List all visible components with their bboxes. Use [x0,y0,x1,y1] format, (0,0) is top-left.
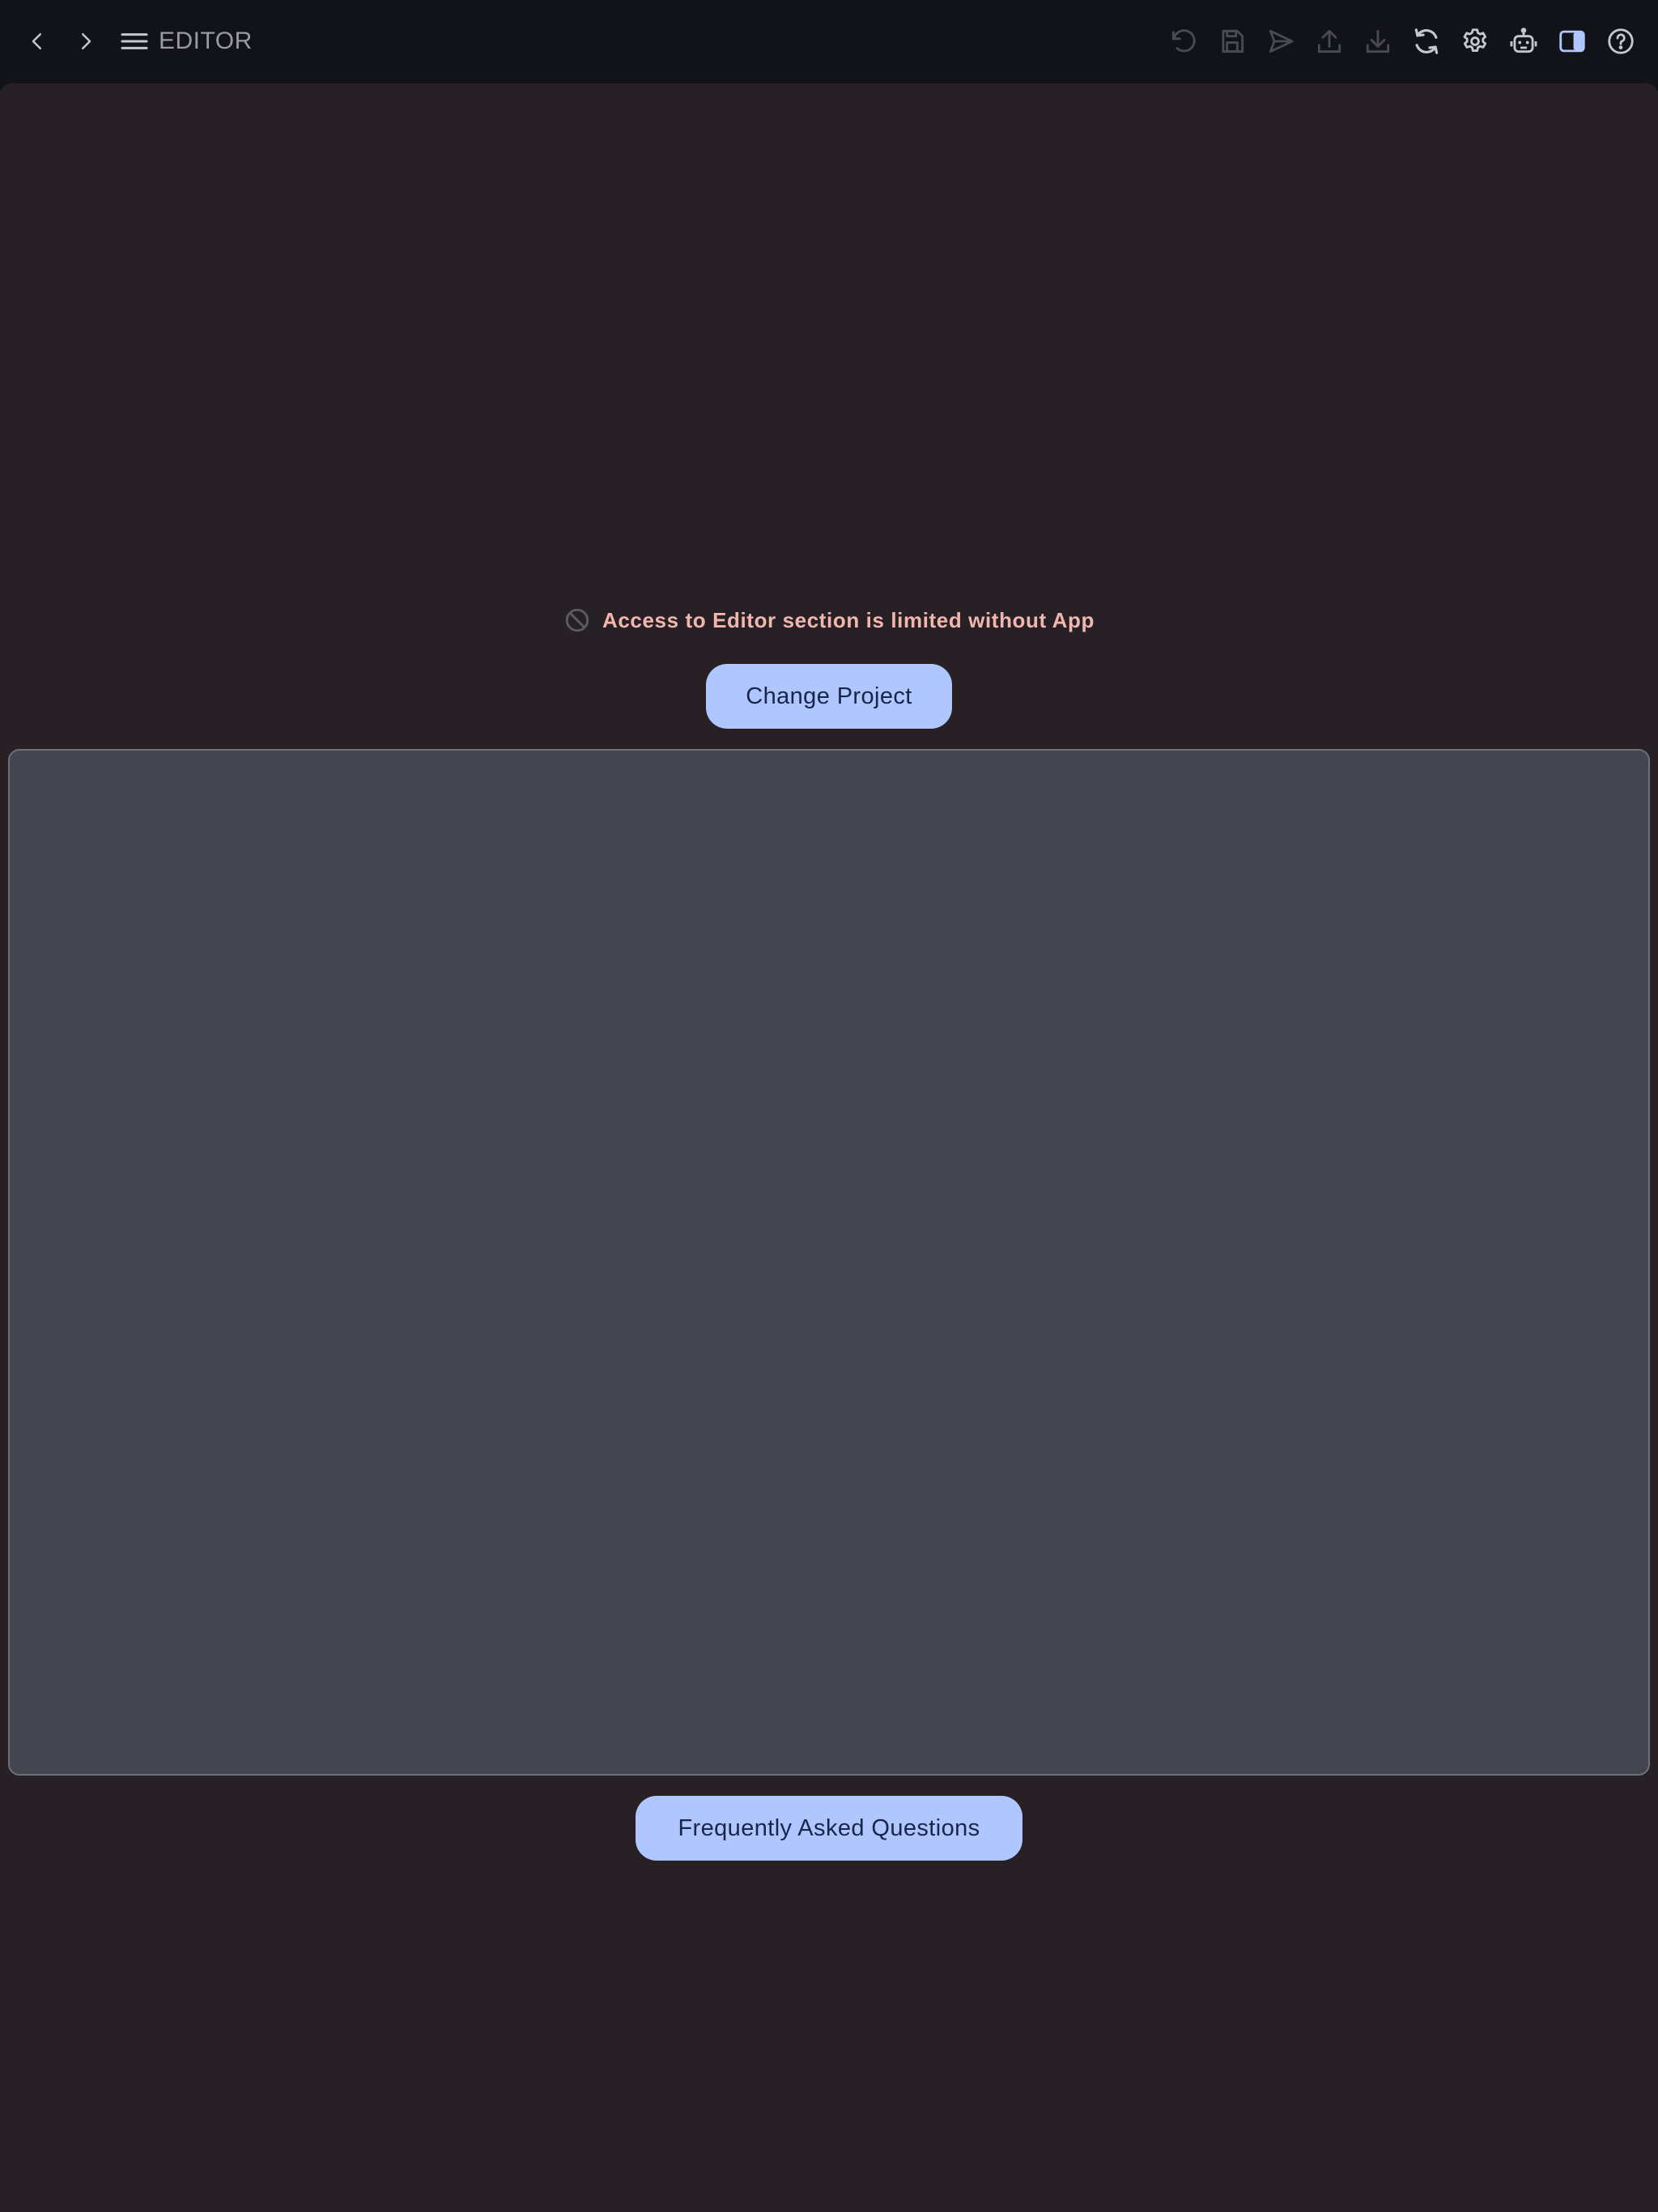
side-panel-icon [1559,30,1585,53]
editor-preview-area [8,749,1650,1776]
undo-icon [1171,29,1196,53]
top-app-bar: EDITOR [0,0,1658,83]
help-button[interactable] [1601,22,1640,61]
sync-button[interactable] [1407,22,1446,61]
chevron-left-icon [32,33,41,49]
settings-button[interactable] [1456,22,1494,61]
robot-icon [1510,28,1537,53]
main-panel: Access to Editor section is limited with… [0,83,1658,2212]
undo-button[interactable] [1164,22,1203,61]
save-icon [1222,29,1244,53]
save-button[interactable] [1213,22,1252,61]
back-button[interactable] [18,22,57,61]
blocked-icon [565,608,589,632]
download-button[interactable] [1358,22,1397,61]
chevron-right-icon [82,33,91,49]
faq-button[interactable]: Frequently Asked Questions [636,1796,1022,1861]
download-icon [1366,29,1390,53]
change-project-button[interactable]: Change Project [706,664,952,729]
access-notice-text: Access to Editor section is limited with… [602,607,1095,632]
menu-button[interactable] [118,22,151,61]
gear-icon [1463,28,1487,52]
page-title: EDITOR [159,28,253,54]
send-button[interactable] [1261,22,1300,61]
forward-button[interactable] [66,22,105,61]
send-icon [1269,29,1294,53]
upload-icon [1317,29,1341,53]
assistant-button[interactable] [1504,22,1543,61]
menu-icon [121,33,148,49]
upload-button[interactable] [1310,22,1349,61]
help-icon [1608,28,1634,54]
access-notice: Access to Editor section is limited with… [0,604,1658,636]
side-panel-toggle[interactable] [1553,22,1592,61]
sync-icon [1414,28,1439,54]
